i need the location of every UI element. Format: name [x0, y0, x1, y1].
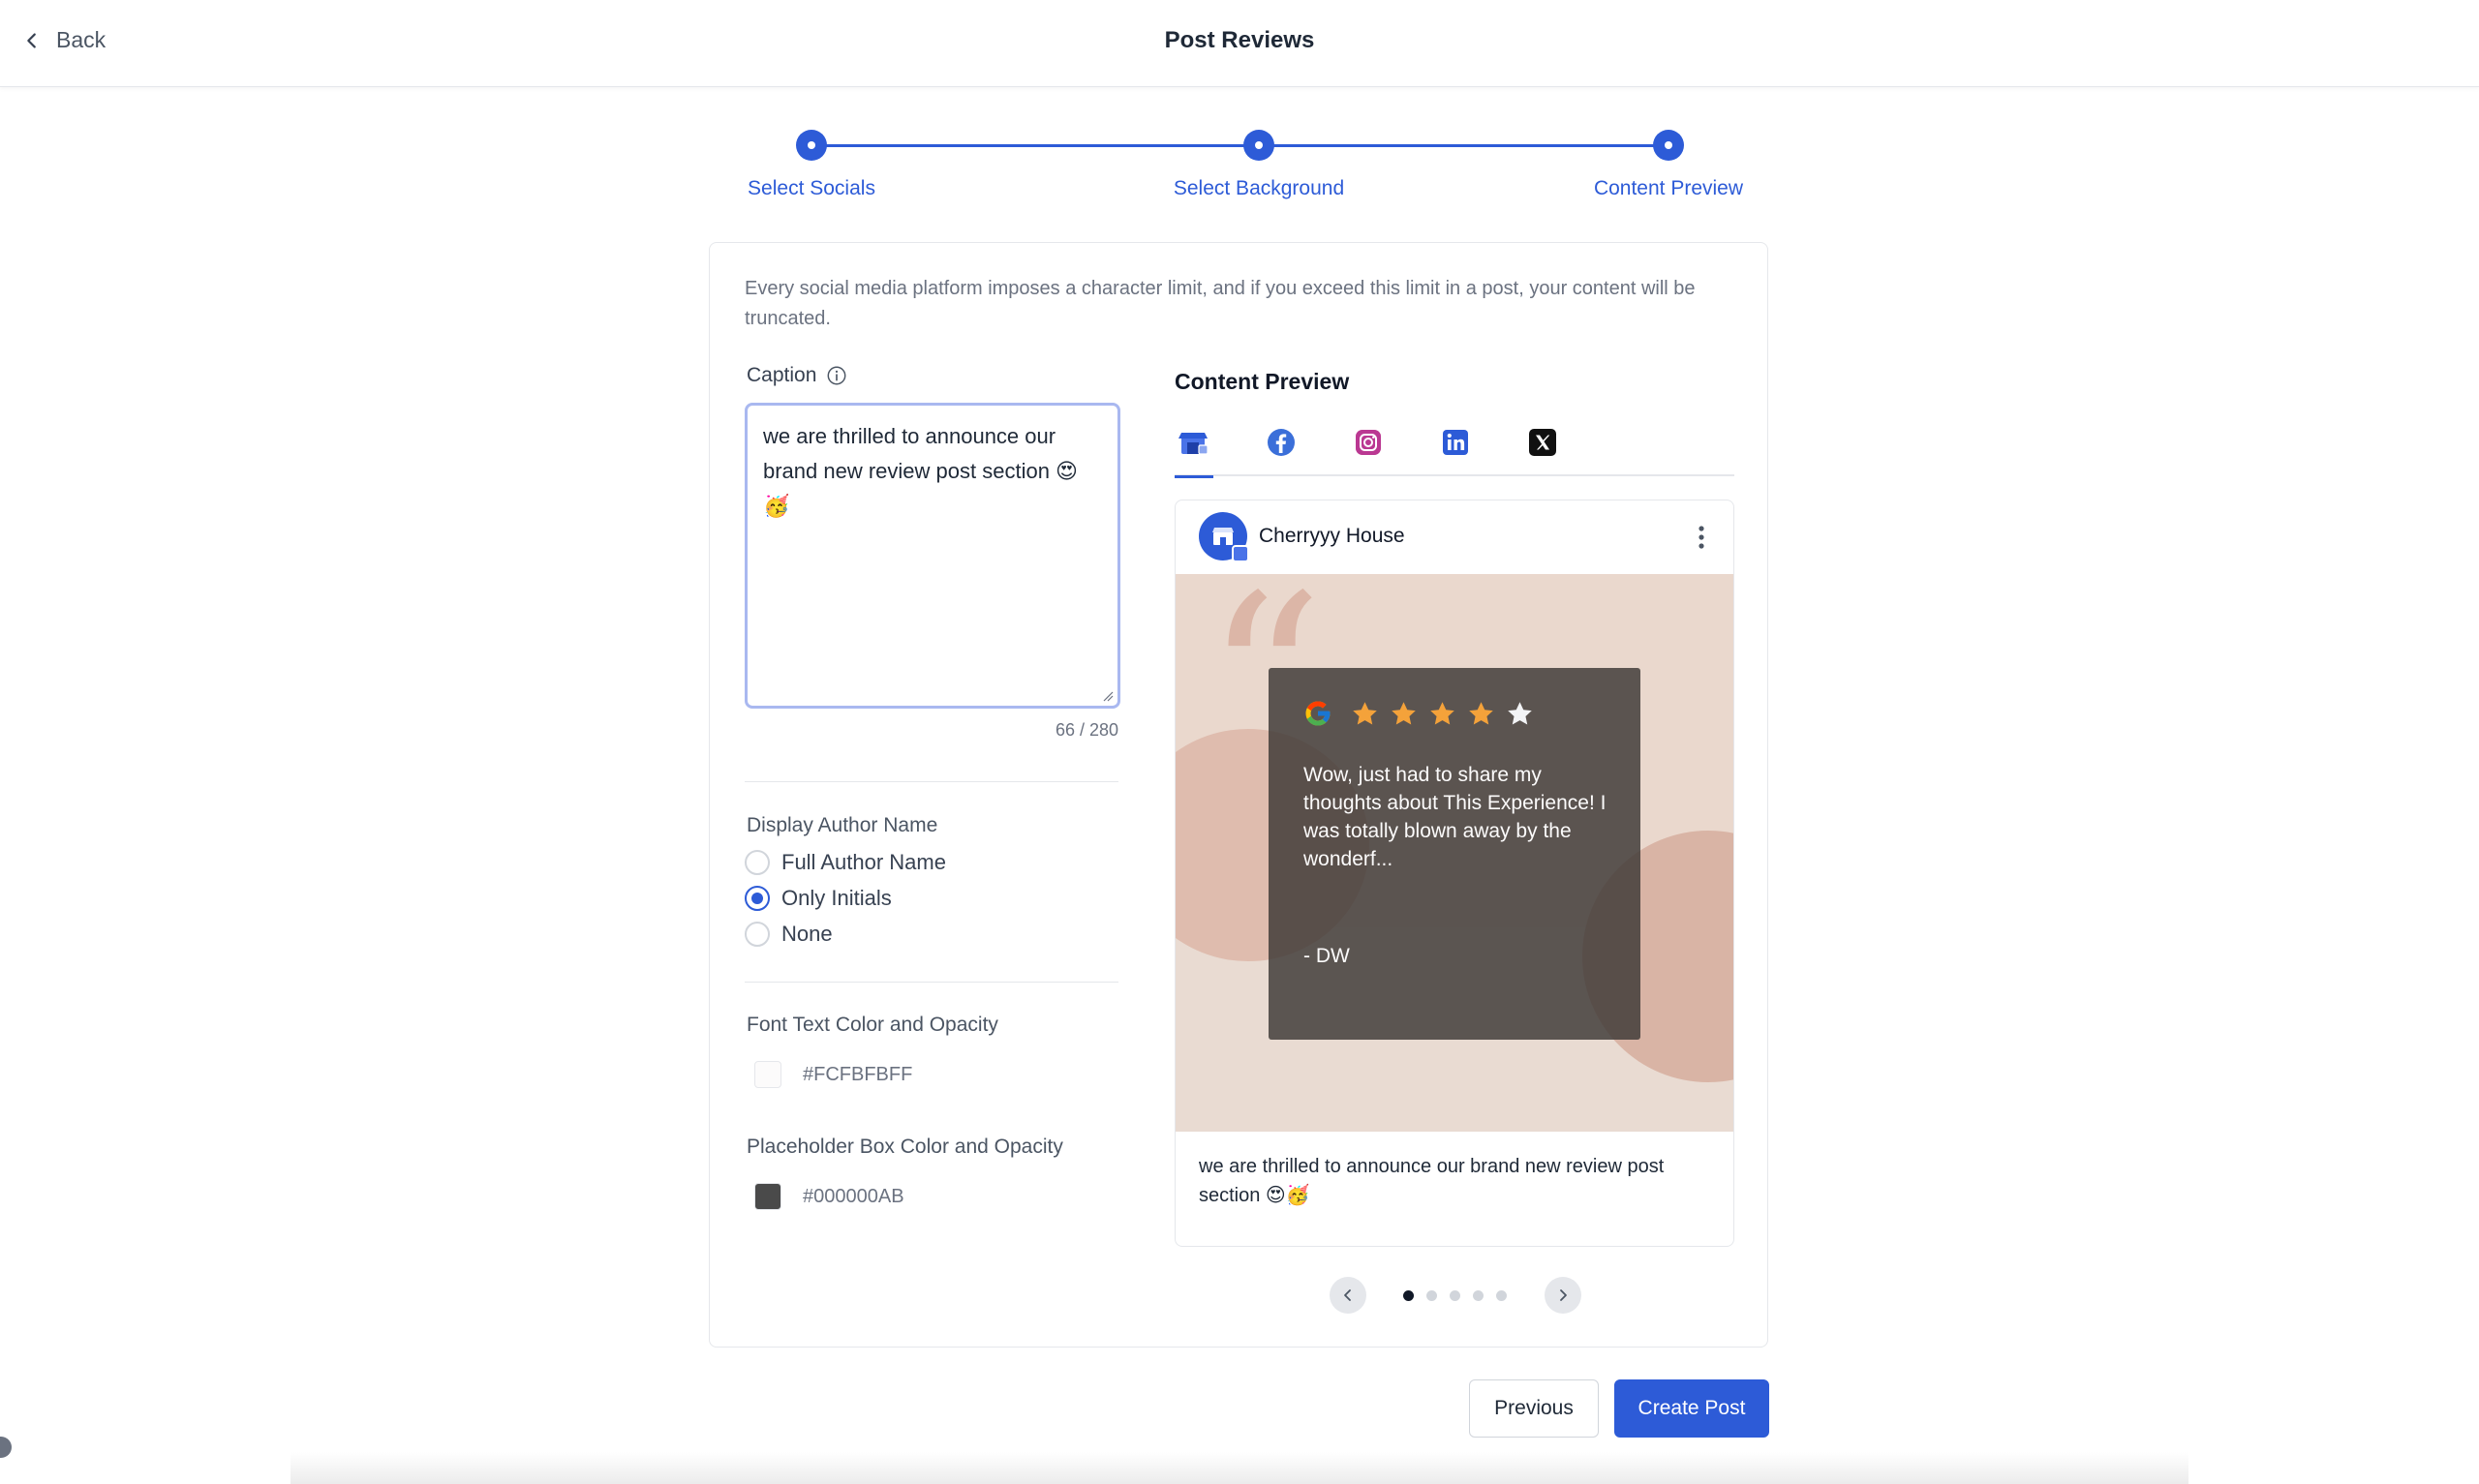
tab-facebook[interactable] [1262, 422, 1301, 476]
page-title: Post Reviews [1164, 27, 1315, 53]
linkedin-icon [1443, 430, 1468, 455]
next-slide-button[interactable] [1545, 1277, 1581, 1314]
review-text: Wow, just had to share my thoughts about… [1303, 764, 1607, 870]
account-name: Cherryyy House [1259, 525, 1405, 547]
slide-dots [1403, 1290, 1507, 1301]
tab-linkedin[interactable] [1436, 422, 1475, 476]
tab-instagram[interactable] [1349, 422, 1388, 476]
stepper: Select Socials Select Background Content… [736, 126, 1762, 213]
post-preview: Cherryyy House “ Wow, just had to share … [1175, 500, 1734, 1247]
step-label: Content Preview [1593, 177, 1744, 199]
review-author: - DW [1303, 945, 1350, 967]
radio-button[interactable] [745, 922, 770, 947]
star-icon [1508, 702, 1532, 725]
post-header: Cherryyy House [1176, 500, 1733, 574]
floating-dot[interactable] [0, 1437, 12, 1458]
slide-dot[interactable] [1450, 1290, 1460, 1301]
radio-button-checked[interactable] [745, 886, 770, 911]
more-options-icon[interactable] [1697, 524, 1706, 551]
store-icon [1212, 528, 1234, 545]
step-label: Select Background [1173, 177, 1345, 199]
post-caption: we are thrilled to announce our brand ne… [1199, 1156, 1665, 1206]
divider [745, 781, 1118, 782]
font-color-value: #FCFBFBFF [803, 1063, 913, 1085]
facebook-icon [1268, 429, 1295, 456]
review-card: Wow, just had to share my thoughts about… [1269, 668, 1640, 1040]
caption-textarea[interactable]: we are thrilled to announce our brand ne… [745, 403, 1120, 709]
chevron-right-icon [1560, 1289, 1567, 1301]
star-rating [1350, 699, 1535, 729]
post-settings-card: Every social media platform imposes a ch… [709, 242, 1768, 1348]
caption-label: Caption [747, 364, 847, 387]
google-business-badge-icon [1232, 545, 1249, 562]
carousel-pager [1330, 1277, 1581, 1316]
character-limit-notice: Every social media platform imposes a ch… [745, 278, 1696, 329]
previous-slide-button[interactable] [1330, 1277, 1366, 1314]
star-icon [1430, 702, 1454, 725]
character-count: 66 / 280 [1055, 720, 1118, 740]
step-dot [1243, 130, 1274, 161]
radio-label: Full Author Name [781, 850, 946, 874]
author-display-label: Display Author Name [747, 814, 938, 836]
avatar [1199, 512, 1249, 562]
info-icon[interactable] [826, 365, 847, 386]
font-color-label: Font Text Color and Opacity [747, 1014, 998, 1036]
step-select-background[interactable]: Select Background [1143, 126, 1375, 200]
content-preview-title: Content Preview [1175, 369, 1350, 394]
radio-only-initials[interactable]: Only Initials [745, 886, 892, 911]
radio-none[interactable]: None [745, 922, 833, 947]
google-icon [1305, 701, 1331, 726]
platform-tabs [1175, 422, 1734, 478]
box-color-value: #000000AB [803, 1185, 904, 1207]
radio-label: None [781, 922, 833, 946]
review-image: “ Wow, just had to share my thoughts abo… [1176, 574, 1733, 1132]
bottom-shadow [291, 1452, 2188, 1484]
box-color-label: Placeholder Box Color and Opacity [747, 1136, 1063, 1158]
font-color-picker[interactable]: #FCFBFBFF [754, 1061, 912, 1088]
create-post-button[interactable]: Create Post [1614, 1379, 1769, 1438]
star-icon [1469, 702, 1493, 725]
tab-x[interactable] [1523, 422, 1562, 476]
box-color-picker[interactable]: #000000AB [754, 1183, 904, 1210]
instagram-icon [1356, 430, 1381, 455]
slide-dot[interactable] [1426, 1290, 1437, 1301]
step-dot [1653, 130, 1684, 161]
slide-dot[interactable] [1496, 1290, 1507, 1301]
caption-label-text: Caption [747, 364, 817, 386]
chevron-left-icon [1344, 1289, 1351, 1301]
slide-dot[interactable] [1403, 1290, 1414, 1301]
step-label: Select Socials [748, 177, 875, 199]
step-content-preview[interactable]: Content Preview [1588, 126, 1749, 200]
tab-google-business[interactable] [1175, 422, 1213, 478]
slide-dot[interactable] [1473, 1290, 1484, 1301]
box-color-swatch[interactable] [754, 1183, 781, 1210]
radio-label: Only Initials [781, 886, 892, 910]
radio-button[interactable] [745, 850, 770, 875]
divider [745, 982, 1118, 983]
x-icon [1529, 429, 1556, 456]
caption-text: we are thrilled to announce our brand ne… [763, 424, 1078, 518]
radio-full-author-name[interactable]: Full Author Name [745, 850, 946, 875]
google-business-icon [1178, 433, 1209, 455]
font-color-swatch[interactable] [754, 1061, 781, 1088]
step-select-socials[interactable]: Select Socials [744, 126, 879, 200]
previous-button[interactable]: Previous [1469, 1379, 1599, 1438]
resize-handle-icon[interactable] [1102, 690, 1114, 702]
top-bar: Back Post Reviews [0, 0, 2479, 87]
step-dot [796, 130, 827, 161]
star-icon [1353, 702, 1377, 725]
star-icon [1392, 702, 1416, 725]
